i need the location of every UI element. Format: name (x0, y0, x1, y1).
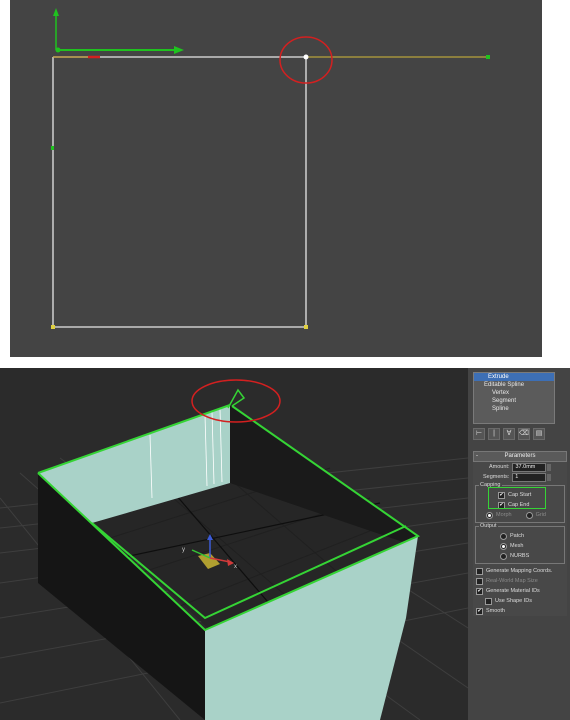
parameters-rollout: - Parameters Amount: 37.0mm Segments: 1 … (473, 451, 567, 616)
spline-shape[interactable] (52, 55, 488, 328)
stack-item-segment[interactable]: Segment (474, 397, 554, 405)
make-unique-icon[interactable]: ∀ (503, 428, 515, 440)
output-label: Output (479, 523, 498, 529)
segments-input[interactable]: 1 (512, 472, 547, 482)
cap-highlight-box (488, 487, 546, 509)
stack-item-spline[interactable]: Spline (474, 405, 554, 413)
svg-text:y: y (182, 547, 185, 553)
command-panel: Extrude Editable Spline Vertex Segment S… (468, 368, 570, 720)
configure-sets-icon[interactable]: ▤ (533, 428, 545, 440)
stack-toolbar: ⊢ | ∀ ⌫ ▤ (473, 428, 567, 440)
segments-label: Segments: (483, 474, 510, 480)
gen-mapping-label: Generate Mapping Coords. (486, 568, 553, 574)
smooth-checkbox[interactable]: ✔ (476, 607, 483, 615)
axis-gizmo-icon (53, 8, 184, 54)
morph-radio[interactable] (486, 511, 493, 519)
morph-label: Morph (496, 512, 512, 518)
amount-input[interactable]: 37.0mm (512, 462, 547, 472)
output-group: Output Patch Mesh NURBS (475, 523, 565, 564)
svg-text:x: x (234, 564, 237, 570)
grid-radio[interactable] (525, 511, 533, 519)
top-viewport[interactable] (10, 0, 542, 357)
segments-spinner[interactable] (547, 473, 552, 481)
gen-material-checkbox[interactable]: ✔ (476, 587, 483, 595)
patch-label: Patch (510, 533, 525, 539)
perspective-viewport[interactable]: y x (0, 368, 468, 720)
smooth-label: Smooth (486, 608, 505, 614)
mesh-label: Mesh (510, 543, 524, 549)
capping-group: Capping ✔ Cap Start ✔ Cap End Morph Grid (475, 482, 565, 523)
nurbs-radio[interactable] (500, 552, 507, 560)
show-end-result-icon[interactable]: | (488, 428, 500, 440)
mesh-radio[interactable] (500, 542, 507, 550)
gen-mapping-checkbox[interactable] (476, 567, 483, 575)
stack-item-vertex[interactable]: Vertex (474, 389, 554, 397)
gen-material-label: Generate Material IDs (486, 588, 540, 594)
pin-stack-icon[interactable]: ⊢ (473, 428, 485, 440)
parameters-rollout-header[interactable]: - Parameters (473, 451, 567, 462)
remove-modifier-icon[interactable]: ⌫ (518, 428, 530, 440)
amount-label: Amount: (489, 464, 510, 470)
grid-label: Grid (535, 512, 546, 518)
use-shape-label: Use Shape IDs (495, 598, 532, 604)
stack-item-editable-spline[interactable]: Editable Spline (474, 381, 554, 389)
nurbs-label: NURBS (510, 553, 530, 559)
modifier-stack[interactable]: Extrude Editable Spline Vertex Segment S… (473, 372, 555, 424)
stack-item-extrude[interactable]: Extrude (474, 373, 554, 381)
patch-radio[interactable] (500, 532, 507, 540)
use-shape-checkbox[interactable] (485, 597, 492, 605)
real-world-checkbox[interactable] (476, 577, 483, 585)
parameters-title: Parameters (504, 453, 536, 459)
spline-vertices[interactable] (51, 54, 490, 330)
amount-spinner[interactable] (547, 463, 552, 471)
real-world-label: Real-World Map Size (486, 578, 538, 584)
